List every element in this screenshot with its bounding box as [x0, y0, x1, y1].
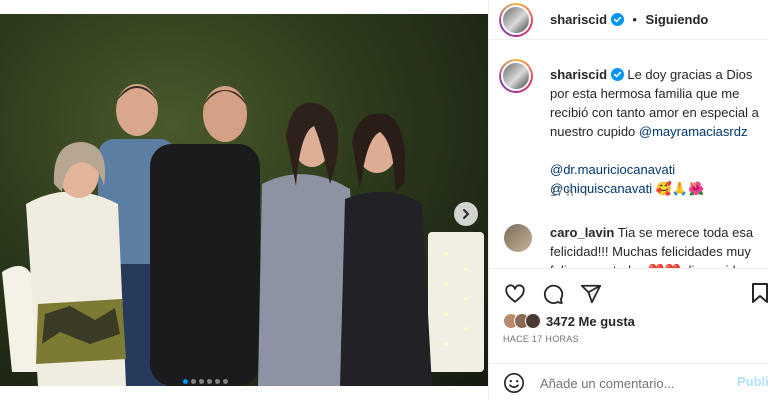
likes-row: 3472 Me gusta — [503, 313, 635, 329]
comment-icon — [543, 284, 564, 305]
posted-ago[interactable]: HACE 17 HORAS — [503, 334, 579, 344]
publish-button[interactable]: Publicar — [737, 374, 768, 389]
commenter-username[interactable]: caro_lavin — [550, 225, 614, 240]
liker-avatar — [525, 313, 541, 329]
carousel-dot — [223, 379, 228, 384]
caption-text: shariscid Le doy gracias a Dios por esta… — [550, 65, 764, 198]
emoji-icon[interactable] — [503, 372, 525, 394]
comment-input[interactable] — [540, 372, 720, 394]
comment-button[interactable] — [541, 282, 565, 306]
photo-pane — [0, 0, 488, 400]
likes-count[interactable]: 3472 Me gusta — [546, 314, 635, 329]
chevron-right-icon — [463, 209, 470, 219]
instagram-post-view: shariscid • Siguiendo shariscid Le doy g… — [0, 0, 768, 400]
carousel-indicator — [183, 379, 228, 384]
save-icon — [752, 283, 768, 303]
family-group — [26, 84, 432, 386]
carousel-dot — [215, 379, 220, 384]
caption-username[interactable]: shariscid — [550, 67, 607, 82]
post-side-panel: shariscid • Siguiendo shariscid Le doy g… — [488, 0, 768, 400]
author-avatar[interactable] — [499, 3, 533, 37]
separator-dot: • — [632, 12, 637, 27]
heart-icon — [505, 284, 525, 303]
share-icon — [580, 284, 602, 304]
carousel-dot — [207, 379, 212, 384]
author-username[interactable]: shariscid — [550, 12, 607, 27]
header-line: shariscid • Siguiendo — [550, 12, 708, 27]
verified-icon — [610, 13, 624, 26]
comment-composer: Publicar — [489, 363, 768, 400]
carousel-dot — [199, 379, 204, 384]
caption-author-avatar[interactable] — [499, 59, 533, 93]
share-button[interactable] — [579, 282, 603, 306]
post-photo[interactable] — [0, 14, 488, 386]
like-button[interactable] — [503, 282, 527, 306]
action-icons — [503, 282, 603, 306]
carousel-dot — [183, 379, 188, 384]
mention-link[interactable]: @mayramaciasrdz — [639, 124, 748, 139]
post-header: shariscid • Siguiendo — [489, 0, 768, 40]
action-bar: 3472 Me gusta HACE 17 HORAS Publicar — [489, 268, 768, 400]
save-button[interactable] — [751, 282, 768, 309]
carousel-dot — [191, 379, 196, 384]
mention-link[interactable]: @dr.mauriciocanavati — [550, 160, 764, 179]
caption-emojis: 🥰🙏🌺 — [655, 181, 705, 196]
verified-icon — [610, 68, 624, 81]
following-button[interactable]: Siguiendo — [646, 12, 709, 27]
caption-time[interactable]: 17 h — [550, 185, 573, 199]
next-slide-button[interactable] — [454, 202, 478, 226]
commenter-avatar[interactable] — [504, 224, 532, 252]
